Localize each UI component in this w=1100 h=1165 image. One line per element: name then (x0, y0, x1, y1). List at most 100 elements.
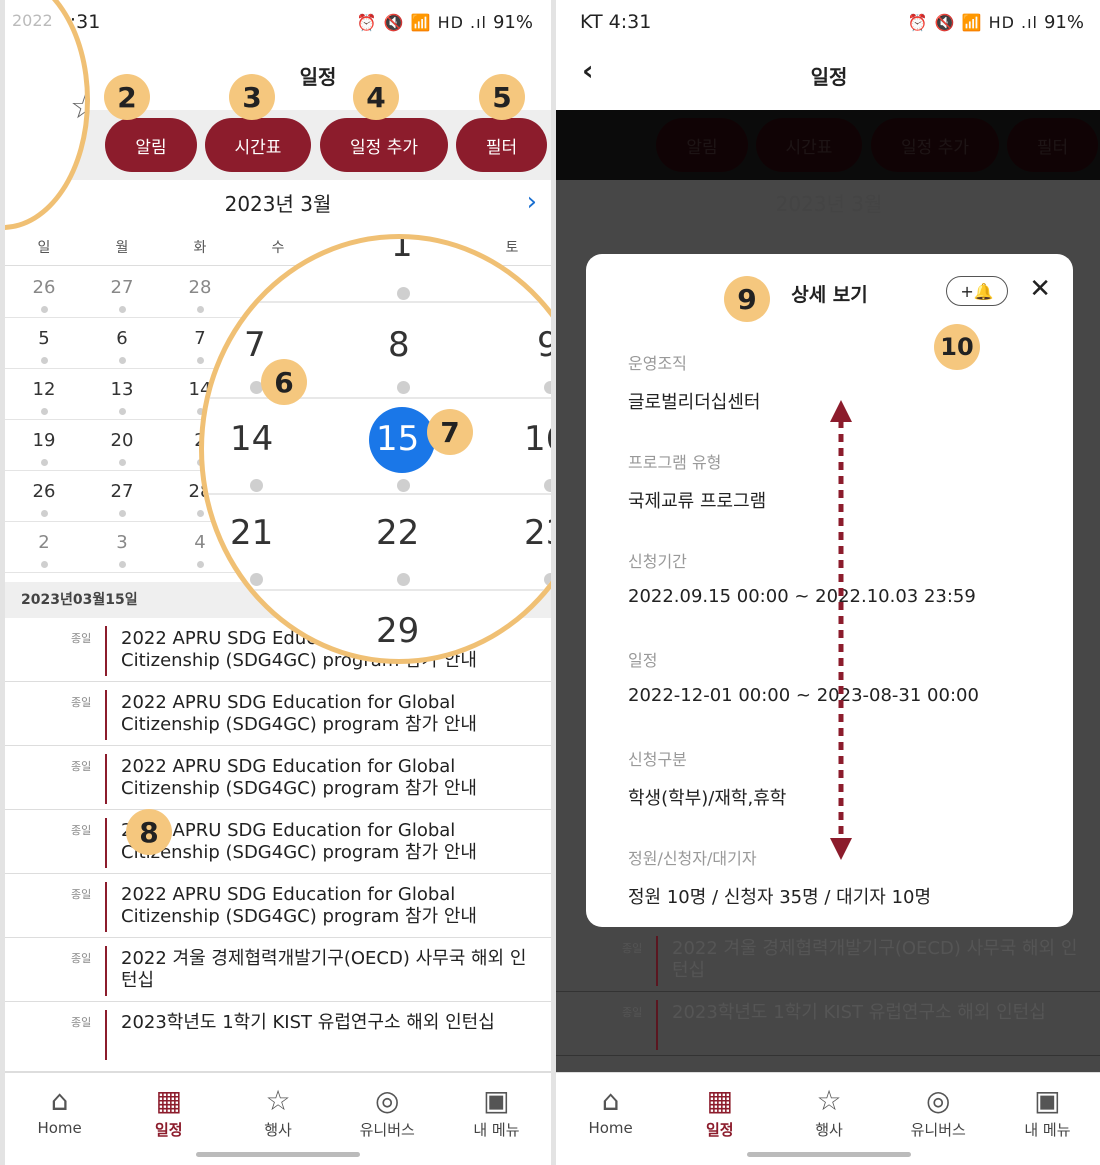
month-label: 2023년 3월 (775, 192, 883, 216)
all-day-tag: 종일 (71, 696, 92, 709)
scroll-indicator-arrow (830, 400, 852, 860)
battery-level: 91% (492, 11, 533, 33)
calendar-day[interactable]: 26 (5, 471, 83, 521)
field-label: 정원/신청자/대기자 (628, 849, 757, 868)
tab-my-menu[interactable]: ▣ 내 메뉴 (442, 1073, 551, 1165)
home-icon: ⌂ (601, 1084, 620, 1117)
calendar-day[interactable]: 5 (5, 318, 83, 368)
field-application-period: 신청기간 2022.09.15 00:00 ~ 2022.10.03 23:59 (628, 548, 976, 607)
magnified-week: 21 22 23 (204, 495, 551, 591)
callout-badge: 4 (353, 74, 399, 120)
calendar-icon: ▦ (155, 1084, 183, 1117)
calendar-day[interactable]: 13 (83, 369, 161, 419)
calendar-day[interactable]: 12 (5, 369, 83, 419)
status-time: KT 4:31 (580, 11, 652, 33)
close-icon[interactable]: ✕ (1029, 274, 1051, 304)
add-alarm-button[interactable]: +🔔 (946, 276, 1008, 306)
magnified-week: 7 8 9 (204, 303, 551, 399)
grid-icon: ▣ (1034, 1084, 1061, 1117)
field-value: 국제교류 프로그램 (628, 491, 767, 512)
all-day-tag: 종일 (71, 952, 92, 965)
callout-badge: 7 (427, 409, 473, 455)
planet-icon: ◎ (374, 1084, 400, 1117)
field-value: 글로벌리더십센터 (628, 392, 761, 413)
event-item[interactable]: 종일 2022 겨울 경제협력개발기구(OECD) 사무국 해외 인턴십 (5, 938, 551, 1002)
field-organization: 운영조직 글로벌리더십센터 (628, 350, 760, 414)
event-item[interactable]: 종일 2022 APRU SDG Education for Global Ci… (5, 682, 551, 746)
field-label: 일정 (628, 651, 658, 670)
status-bar: KT 4:31 ⏰ 🔇 📶 HD .ıl 91% (5, 0, 551, 44)
calendar-day[interactable]: 26 (5, 267, 83, 317)
notification-button[interactable]: 알림 (105, 118, 197, 172)
all-day-tag: 종일 (71, 1016, 92, 1029)
magnified-day: 29 (376, 611, 420, 651)
event-item[interactable]: 종일 2022 겨울 경제협력개발기구(OECD) 사무국 해외 인턴십 (556, 928, 1100, 992)
event-item[interactable]: 종일 2023학년도 1학기 KIST 유럽연구소 해외 인턴십 (5, 1002, 551, 1072)
all-day-tag: 종일 (622, 1006, 643, 1019)
event-item[interactable]: 종일 2022 APRU SDG Education for Global Ci… (5, 874, 551, 938)
tab-my-menu[interactable]: ▣ 내 메뉴 (993, 1073, 1100, 1165)
next-month-arrow-icon[interactable]: › (527, 180, 537, 224)
all-day-tag: 종일 (71, 632, 92, 645)
planet-icon: ◎ (925, 1084, 951, 1117)
magnified-day: 16 (524, 419, 551, 459)
event-item[interactable]: 종일 2022 APRU SDG Education for Global Ci… (5, 810, 551, 874)
magnified-day: 22 (376, 513, 420, 553)
page-title: 일정 (810, 64, 848, 89)
event-item[interactable]: 종일 2023학년도 1학기 KIST 유럽연구소 해외 인턴십 (556, 992, 1100, 1056)
calendar-day[interactable]: 20 (83, 420, 161, 470)
all-day-tag: 종일 (71, 888, 92, 901)
tab-home[interactable]: ⌂ Home (556, 1073, 665, 1165)
calendar-icon: ▦ (706, 1084, 734, 1117)
calendar-day[interactable]: 19 (5, 420, 83, 470)
home-indicator (196, 1152, 360, 1157)
field-capacity: 정원/신청자/대기자 정원 10명 / 신청자 35명 / 대기자 10명 (628, 845, 931, 909)
callout-badge: 3 (229, 74, 275, 120)
right-phone-screen: KT 4:31 ⏰ 🔇 📶 HD .ıl 91% ‹ 일정 알림 시간표 일정 … (556, 0, 1100, 1165)
corner-year-label: 2022 (12, 11, 53, 30)
star-icon: ☆ (816, 1084, 842, 1117)
field-value: 학생(학부)/재학,휴학 (628, 788, 787, 809)
callout-badge: 5 (479, 74, 525, 120)
calendar-day[interactable]: 3 (83, 522, 161, 572)
field-label: 신청기간 (628, 552, 687, 571)
magnified-day: 9 (537, 325, 551, 365)
callout-badge: 8 (126, 809, 172, 855)
tab-home[interactable]: ⌂ Home (5, 1073, 114, 1165)
field-value: 2022-12-01 00:00 ~ 2023-08-31 00:00 (628, 685, 979, 706)
calendar-day[interactable]: 2 (5, 522, 83, 572)
field-schedule: 일정 2022-12-01 00:00 ~ 2023-08-31 00:00 (628, 647, 979, 706)
timetable-button[interactable]: 시간표 (205, 118, 311, 172)
grid-icon: ▣ (483, 1084, 510, 1117)
event-title: 2022 APRU SDG Education for Global Citiz… (121, 692, 477, 735)
event-title: 2022 APRU SDG Education for Global Citiz… (121, 884, 477, 927)
event-title: 2023학년도 1학기 KIST 유럽연구소 해외 인턴십 (672, 1002, 1046, 1023)
status-time: KT 4:31 (29, 11, 101, 33)
calendar-day[interactable]: 6 (83, 318, 161, 368)
home-icon: ⌂ (50, 1084, 69, 1117)
event-title: 2022 겨울 경제협력개발기구(OECD) 사무국 해외 인턴십 (672, 938, 1078, 981)
selected-day[interactable]: 15 (376, 419, 419, 459)
event-title: 2022 APRU SDG Education for Global Citiz… (121, 756, 477, 799)
field-application-category: 신청구분 학생(학부)/재학,휴학 (628, 746, 786, 810)
event-dot (397, 287, 410, 300)
callout-badge: 2 (104, 74, 150, 120)
callout-badge: 9 (724, 276, 770, 322)
home-indicator (747, 1152, 911, 1157)
star-icon: ☆ (265, 1084, 291, 1117)
magnified-day: 8 (388, 325, 410, 365)
magnified-day: 1 (391, 234, 413, 265)
filter-button[interactable]: 필터 (456, 118, 547, 172)
magnified-week: 14 15 16 (204, 399, 551, 495)
all-day-tag: 종일 (71, 760, 92, 773)
detail-modal: 상세 보기 +🔔 ✕ 운영조직 글로벌리더십센터 프로그램 유형 국제교류 프로… (586, 254, 1073, 927)
add-schedule-button[interactable]: 일정 추가 (320, 118, 448, 172)
field-label: 프로그램 유형 (628, 453, 722, 472)
field-value: 2022.09.15 00:00 ~ 2022.10.03 23:59 (628, 586, 976, 607)
magnified-day: 23 (524, 513, 551, 553)
event-item[interactable]: 종일 2022 APRU SDG Education for Global Ci… (5, 746, 551, 810)
calendar-day[interactable]: 27 (83, 471, 161, 521)
field-value: 정원 10명 / 신청자 35명 / 대기자 10명 (628, 887, 932, 908)
callout-badge: 6 (261, 359, 307, 405)
calendar-day[interactable]: 27 (83, 267, 161, 317)
